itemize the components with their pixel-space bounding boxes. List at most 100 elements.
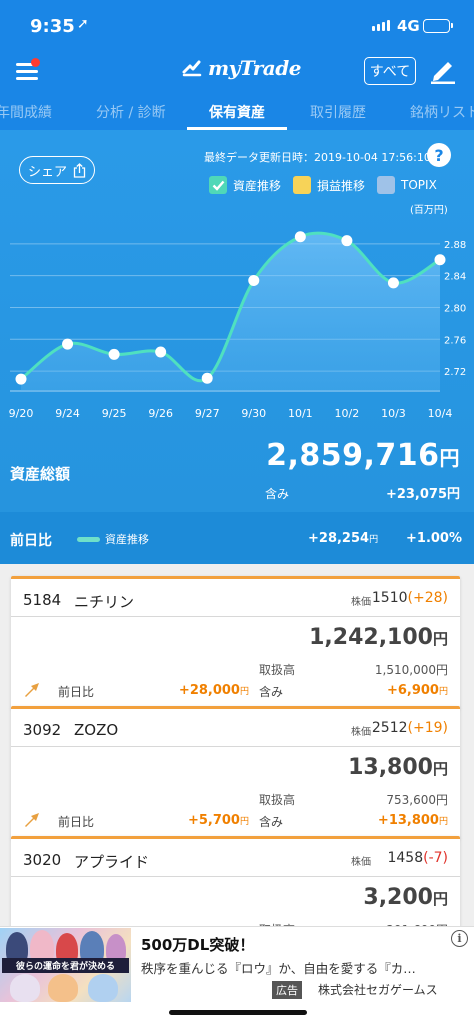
x-tick-label: 9/27 [195, 407, 220, 420]
x-tick-label: 9/30 [241, 407, 266, 420]
x-tick-label: 10/4 [428, 407, 453, 420]
x-tick-label: 9/24 [55, 407, 80, 420]
data-point [155, 346, 167, 358]
tab-bar: 年間成績 分析 / 診断 保有資産 取引履歴 銘柄リスト [0, 92, 474, 130]
data-point [294, 231, 306, 243]
legend-label: TOPIX [401, 178, 437, 192]
stock-code: 3092 [23, 721, 62, 739]
tab-holdings[interactable]: 保有資産 [209, 102, 265, 122]
volume-value: 1,510,000円 [374, 663, 448, 677]
day-over-day-label: 前日比 [10, 533, 52, 549]
ad-description: 秩序を重んじる『ロウ』か、自由を愛する『カ… [141, 961, 416, 976]
network-type: 4G [397, 17, 420, 35]
legend-item-assets[interactable]: 資産推移 [209, 176, 281, 194]
day-over-day-bar: 前日比 資産推移 +28,254円 +1.00% [0, 512, 474, 564]
volume-label: 取扱高 [259, 793, 296, 807]
data-point [341, 235, 353, 247]
total-assets-value: 2,859,716円 [266, 438, 460, 473]
cellular-signal-icon [372, 20, 390, 31]
holding-value: 3,200円 [363, 885, 448, 910]
price-label: 株価 [351, 597, 371, 608]
unrealized-label: 含み [265, 487, 290, 501]
data-point [15, 373, 27, 385]
notification-dot-icon [31, 58, 40, 67]
stock-price: 2512(+19) [371, 720, 448, 736]
tab-analysis[interactable]: 分析 / 診断 [96, 102, 166, 122]
x-tick-label: 9/25 [102, 407, 127, 420]
day-change-value: +28,000円 [178, 683, 249, 698]
home-indicator-area [0, 1002, 474, 1024]
help-icon[interactable]: ? [427, 143, 451, 167]
home-indicator[interactable] [169, 1010, 307, 1015]
stock-code: 3020 [23, 851, 62, 869]
ad-advertiser: 株式会社セガゲームス [318, 983, 438, 997]
ad-info-icon[interactable]: i [451, 930, 468, 947]
mytrade-logo-icon [182, 60, 202, 77]
series-line-swatch [77, 537, 100, 542]
day-over-day-series: 資産推移 [105, 533, 149, 546]
unrealized-value: +13,800円 [377, 813, 448, 828]
data-point [201, 372, 213, 384]
holding-value: 1,242,100円 [309, 625, 448, 650]
x-tick-label: 10/2 [335, 407, 360, 420]
day-change-label: 前日比 [58, 815, 95, 829]
chart-legend: 資産推移 損益推移 TOPIX [209, 176, 449, 194]
data-point [108, 348, 120, 360]
ad-image[interactable]: 彼らの運命を君が決める [0, 928, 131, 1002]
data-point [434, 254, 446, 266]
ad-banner-text: 彼らの運命を君が決める [2, 958, 129, 973]
day-change-value: +5,700円 [187, 813, 249, 828]
data-point [62, 338, 74, 350]
last-updated-text: 最終データ更新日時：2019-10-04 17:56:10 [204, 151, 431, 164]
share-icon [73, 162, 86, 178]
stock-code: 5184 [23, 591, 62, 609]
checkbox-checked-icon [209, 176, 227, 194]
y-tick-label: 2.76 [444, 335, 466, 346]
status-time: 9:35 [30, 16, 75, 37]
x-tick-label: 10/3 [381, 407, 406, 420]
up-trend-arrow-icon [25, 813, 39, 827]
holding-card[interactable]: 3092 ZOZO 株価 2512(+19) 13,800円 取扱高 753,6… [11, 706, 460, 839]
battery-icon [423, 19, 453, 33]
tab-stock-list[interactable]: 銘柄リスト [410, 102, 474, 122]
stock-price: 1510(+28) [371, 590, 448, 606]
app-logo: myTrade [182, 56, 301, 80]
price-label: 株価 [351, 727, 371, 738]
all-accounts-button[interactable]: すべて [364, 57, 416, 85]
stock-name: ZOZO [74, 721, 119, 739]
y-tick-label: 2.88 [444, 240, 466, 251]
ad-title: 500万DL突破！ [141, 936, 255, 954]
tab-trade-history[interactable]: 取引履歴 [310, 102, 366, 122]
ad-banner[interactable]: 彼らの運命を君が決める 500万DL突破！ 秩序を重んじる『ロウ』か、自由を愛す… [0, 926, 474, 1002]
holding-card[interactable]: 5184 ニチリン 株価 1510(+28) 1,242,100円 取扱高 1,… [11, 576, 460, 709]
legend-item-pnl[interactable]: 損益推移 [293, 176, 365, 194]
unrealized-value: +6,900円 [386, 683, 448, 698]
day-over-day-value: +28,254円 [308, 531, 379, 546]
checkbox-unchecked-icon [293, 176, 312, 194]
share-button[interactable]: シェア [19, 156, 95, 184]
location-arrow-icon: ➚ [77, 16, 89, 32]
status-bar: 9:35 ➚ 4G [0, 0, 474, 50]
unrealized-value: +23,075円 [385, 487, 460, 502]
y-tick-label: 2.80 [444, 303, 466, 314]
asset-line-chart[interactable]: 2.72 2.76 2.80 2.84 2.88 9/20 9/24 9/25 9/26 9/27… [0, 210, 474, 430]
holdings-list: 5184 ニチリン 株価 1510(+28) 1,242,100円 取扱高 1,… [0, 564, 474, 934]
data-point [248, 274, 260, 286]
y-tick-label: 2.84 [444, 272, 466, 283]
asset-chart-panel: シェア 最終データ更新日時：2019-10-04 17:56:10 ? 資産推移… [0, 130, 474, 512]
app-header: myTrade すべて [0, 50, 474, 92]
x-tick-label: 9/20 [9, 407, 34, 420]
stock-price: 1458(-7) [387, 850, 448, 866]
day-over-day-percent: +1.00% [406, 531, 462, 546]
x-tick-label: 10/1 [288, 407, 313, 420]
tab-annual-results[interactable]: 年間成績 [0, 102, 52, 122]
share-label: シェア [27, 164, 67, 180]
price-label: 株価 [351, 857, 371, 868]
legend-label: 損益推移 [317, 178, 366, 193]
app-title: myTrade [208, 56, 301, 80]
legend-item-topix[interactable]: TOPIX [377, 176, 437, 194]
volume-label: 取扱高 [259, 663, 296, 677]
stock-name: アプライド [74, 853, 150, 871]
edit-pencil-icon[interactable] [428, 56, 458, 84]
holding-card[interactable]: 3020 アプライド 株価 1458(-7) 3,200円 取扱高 291,60… [11, 836, 460, 934]
